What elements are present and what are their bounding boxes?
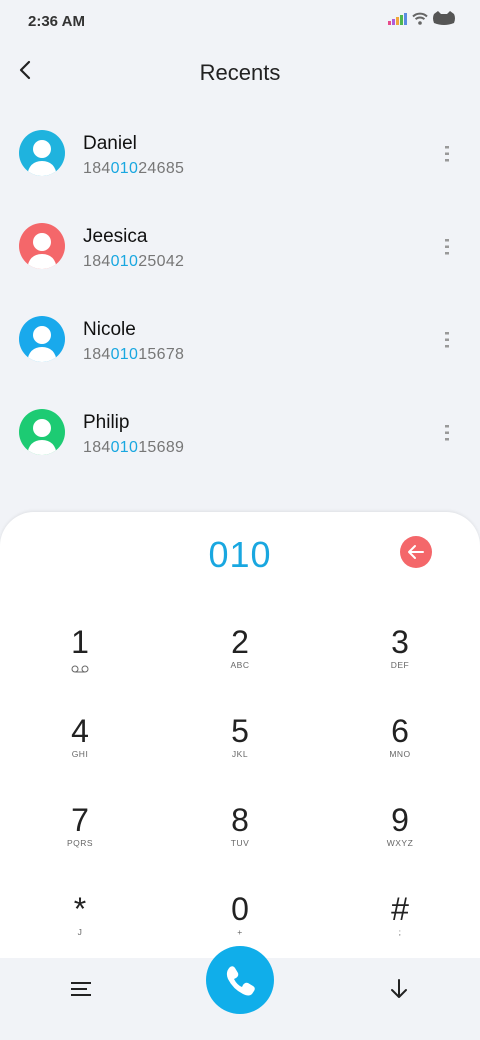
contact-name: Jeesica <box>83 226 148 247</box>
call-button[interactable] <box>206 946 274 1014</box>
phone-icon <box>226 966 255 996</box>
dial-key-3[interactable]: 3 DEF <box>340 612 460 692</box>
key-letters: J <box>77 927 83 937</box>
more-button[interactable] <box>440 144 454 164</box>
contact-row[interactable]: Jeesica 18401025042 <box>0 200 480 293</box>
key-digit: 0 <box>231 891 249 927</box>
key-letters: JKL <box>231 749 249 759</box>
contact-name: Daniel <box>83 133 137 154</box>
key-digit: 3 <box>391 624 409 660</box>
person-icon <box>19 409 65 455</box>
contact-list: Daniel 18401024685 Jeesica 18401025042 N… <box>0 107 480 480</box>
signal-icon <box>388 12 407 25</box>
dial-key-1[interactable]: 1 <box>20 612 140 692</box>
contact-row[interactable]: Daniel 18401024685 <box>0 107 480 200</box>
voicemail-icon <box>71 665 89 673</box>
key-letters: GHI <box>71 749 89 759</box>
key-letters: + <box>237 927 243 937</box>
more-button[interactable] <box>440 237 454 257</box>
wifi-icon <box>412 12 428 25</box>
dial-key-9[interactable]: 9 WXYZ <box>340 790 460 870</box>
arrow-down-icon <box>391 979 407 998</box>
avatar <box>19 316 65 362</box>
more-vertical-icon <box>445 425 449 441</box>
key-letters: ; <box>398 927 402 937</box>
key-letters: DEF <box>390 660 410 670</box>
more-button[interactable] <box>440 423 454 443</box>
backspace-icon <box>408 545 424 559</box>
key-digit: 8 <box>231 802 249 838</box>
collapse-dialpad-button[interactable] <box>386 976 412 1002</box>
contact-row[interactable]: Philip 18401015689 <box>0 386 480 479</box>
key-letters: WXYZ <box>386 838 414 848</box>
more-button[interactable] <box>440 330 454 350</box>
key-digit: 9 <box>391 802 409 838</box>
person-icon <box>19 130 65 176</box>
delete-button[interactable] <box>400 536 432 568</box>
more-vertical-icon <box>445 239 449 255</box>
menu-icon <box>71 982 91 996</box>
avatar <box>19 223 65 269</box>
contact-number: 18401025042 <box>83 253 185 270</box>
key-digit: # <box>391 891 409 927</box>
contact-number: 18401015678 <box>83 346 185 363</box>
status-icons <box>388 11 456 26</box>
key-letters: PQRS <box>66 838 94 848</box>
dial-key-star[interactable]: * J <box>20 879 140 959</box>
person-icon <box>19 316 65 362</box>
key-digit: 2 <box>231 624 249 660</box>
avatar <box>19 409 65 455</box>
key-digit: * <box>73 891 87 927</box>
key-digit: 7 <box>71 802 89 838</box>
key-digit: 6 <box>391 713 409 749</box>
dial-key-8[interactable]: 8 TUV <box>180 790 300 870</box>
battery-icon <box>433 11 455 25</box>
contact-name: Philip <box>83 412 130 433</box>
person-icon <box>19 223 65 269</box>
avatar <box>19 130 65 176</box>
header-bar: Recents <box>0 44 480 106</box>
contact-number: 18401024685 <box>83 160 185 177</box>
key-letters: TUV <box>230 838 250 848</box>
key-letters: MNO <box>389 749 411 759</box>
key-letters: ABC <box>230 660 250 670</box>
dial-key-7[interactable]: 7 PQRS <box>20 790 140 870</box>
dial-key-4[interactable]: 4 GHI <box>20 701 140 781</box>
status-bar: 2:36 AM <box>0 0 480 44</box>
dial-key-6[interactable]: 6 MNO <box>340 701 460 781</box>
bottom-action-bar <box>0 946 480 1040</box>
menu-button[interactable] <box>68 978 94 1000</box>
more-vertical-icon <box>445 332 449 348</box>
key-digit: 1 <box>71 624 89 660</box>
dial-key-hash[interactable]: # ; <box>340 879 460 959</box>
contact-number: 18401015689 <box>83 439 185 456</box>
page-title: Recents <box>199 60 281 85</box>
contact-row[interactable]: Nicole 18401015678 <box>0 293 480 386</box>
key-digit: 4 <box>71 713 89 749</box>
key-digit: 5 <box>231 713 249 749</box>
more-vertical-icon <box>445 146 449 162</box>
status-time: 2:36 AM <box>28 13 85 30</box>
dial-key-5[interactable]: 5 JKL <box>180 701 300 781</box>
contact-name: Nicole <box>83 319 136 340</box>
dial-key-2[interactable]: 2 ABC <box>180 612 300 692</box>
